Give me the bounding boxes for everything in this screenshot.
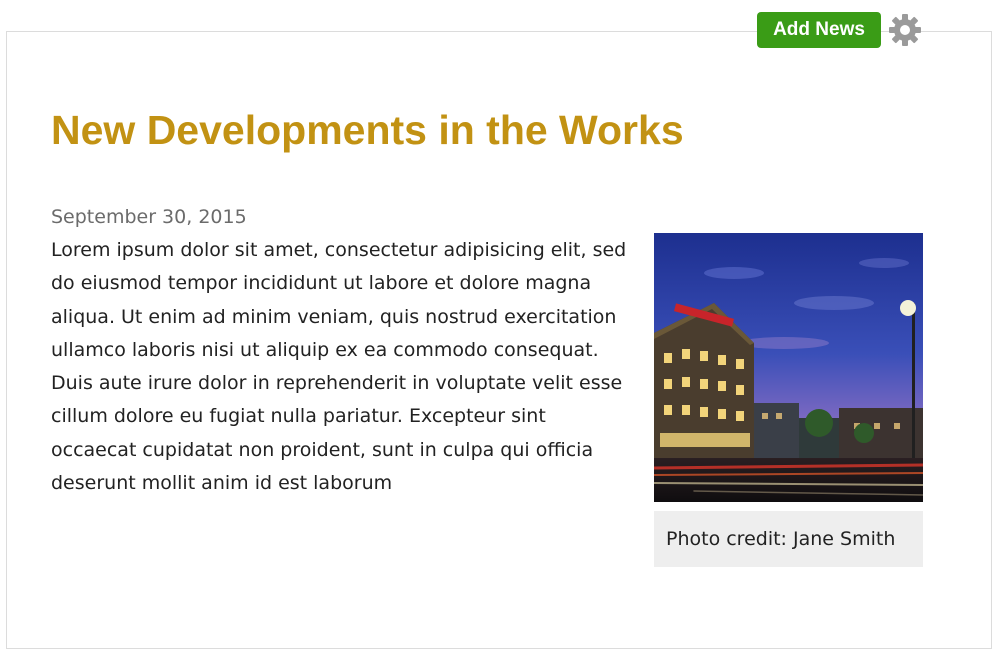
photo-caption: Photo credit: Jane Smith [654,511,923,567]
article-body: Lorem ipsum dolor sit amet, consectetur … [51,239,627,495]
article-title: New Developments in the Works [51,107,684,153]
add-news-button[interactable]: Add News [757,12,881,48]
article-date: September 30, 2015 [51,206,247,228]
article-photo [654,233,923,502]
gear-icon[interactable] [888,13,922,47]
